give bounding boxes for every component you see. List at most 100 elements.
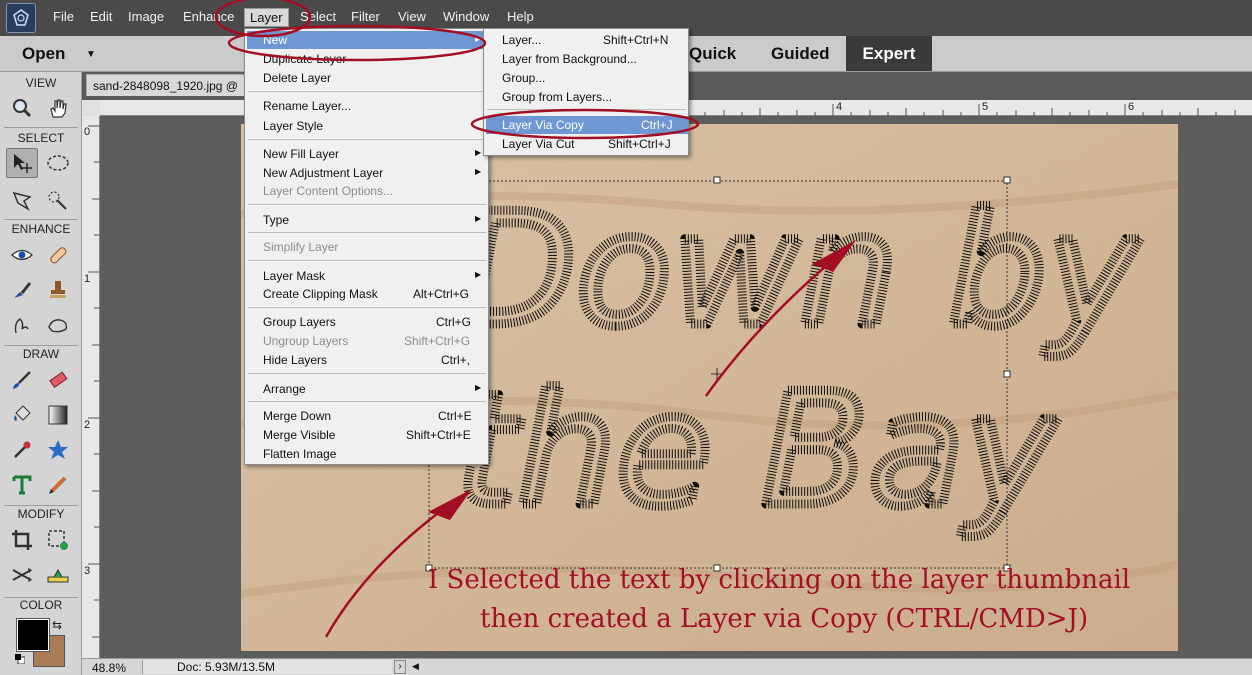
new-submenu: Layer... Shift+Ctrl+N Layer from Backgrou… xyxy=(483,28,689,156)
default-colors-icon[interactable] xyxy=(15,653,26,665)
menu-item-layer-via-cut[interactable]: Layer Via Cut Shift+Ctrl+J xyxy=(486,135,688,153)
pencil-tool-icon[interactable] xyxy=(42,470,74,500)
content-aware-move-tool-icon[interactable] xyxy=(6,560,38,590)
menu-item-layer-content-options[interactable]: Layer Content Options... xyxy=(247,182,488,200)
move-tool-icon[interactable] xyxy=(6,148,38,178)
status-menu-arrow-icon[interactable]: › xyxy=(394,660,406,674)
app-logo-icon xyxy=(6,3,36,33)
straighten-tool-icon[interactable] xyxy=(42,560,74,590)
smart-brush-tool-icon[interactable] xyxy=(6,275,38,305)
menu-separator xyxy=(248,91,486,92)
quick-selection-tool-icon[interactable] xyxy=(42,185,74,215)
menu-separator xyxy=(487,109,686,110)
menu-edit[interactable]: Edit xyxy=(90,9,112,24)
toolbox-section-select: SELECT xyxy=(17,131,65,145)
zoom-tool-icon[interactable] xyxy=(6,93,38,123)
menu-item-new-adjustment-layer[interactable]: New Adjustment Layer ▶ xyxy=(247,164,488,182)
menu-help[interactable]: Help xyxy=(507,9,534,24)
menu-item-layer-style[interactable]: Layer Style xyxy=(247,117,488,135)
marquee-tool-icon[interactable] xyxy=(42,148,74,178)
zoom-level[interactable]: 48.8% xyxy=(92,661,126,675)
foreground-color-swatch[interactable] xyxy=(16,618,50,652)
swap-colors-icon[interactable]: ⇆ xyxy=(52,618,62,632)
crop-tool-icon[interactable] xyxy=(6,525,38,555)
ruler-label: 2 xyxy=(84,419,91,431)
menu-item-duplicate-layer[interactable]: Duplicate Layer xyxy=(247,50,488,68)
menu-item-create-clipping-mask[interactable]: Create Clipping Mask Alt+Ctrl+G xyxy=(247,285,488,303)
eyedropper-tool-icon[interactable] xyxy=(6,435,38,465)
menu-item-ungroup-layers[interactable]: Ungroup Layers Shift+Ctrl+G xyxy=(247,332,488,350)
gradient-tool-icon[interactable] xyxy=(42,400,74,430)
ruler-vertical: 0 1 2 3 xyxy=(82,116,100,660)
menu-layer[interactable]: Layer xyxy=(244,8,289,27)
submenu-arrow-icon: ▶ xyxy=(475,34,482,43)
menu-image[interactable]: Image xyxy=(128,9,164,24)
menu-item-merge-visible[interactable]: Merge Visible Shift+Ctrl+E xyxy=(247,426,488,444)
paint-bucket-tool-icon[interactable] xyxy=(6,400,38,430)
ruler-label: 3 xyxy=(84,565,91,577)
ruler-vertical-ticks xyxy=(88,125,100,638)
menu-item-layer-via-copy[interactable]: Layer Via Copy Ctrl+J xyxy=(486,116,688,134)
healing-brush-tool-icon[interactable] xyxy=(42,240,74,270)
menu-separator xyxy=(248,307,486,308)
layer-menu: New ▶ Duplicate Layer Delete Layer Rename… xyxy=(244,28,489,465)
menu-separator xyxy=(248,232,486,233)
photo-text-line-2: the Bay xyxy=(456,359,1059,541)
menu-item-flatten-image[interactable]: Flatten Image xyxy=(247,445,488,463)
menu-item-hide-layers[interactable]: Hide Layers Ctrl+, xyxy=(247,351,488,369)
menu-item-merge-down[interactable]: Merge Down Ctrl+E xyxy=(247,407,488,425)
open-button[interactable]: Open xyxy=(22,44,65,64)
toolbox-divider xyxy=(4,219,78,220)
tab-quick[interactable]: Quick xyxy=(689,44,736,64)
submenu-arrow-icon: ▶ xyxy=(475,214,482,223)
menu-item-type[interactable]: Type ▶ xyxy=(247,211,488,229)
menu-item-layer-from-background[interactable]: Layer from Background... xyxy=(486,50,688,68)
menu-item-group-layers[interactable]: Group Layers Ctrl+G xyxy=(247,313,488,331)
menu-file[interactable]: File xyxy=(53,9,74,24)
recompose-tool-icon[interactable] xyxy=(42,525,74,555)
clone-stamp-tool-icon[interactable] xyxy=(42,275,74,305)
ruler-label: 6 xyxy=(1128,101,1135,113)
sponge-tool-icon[interactable] xyxy=(42,310,74,340)
menu-item-simplify-layer[interactable]: Simplify Layer xyxy=(247,238,488,256)
ruler-label: 0 xyxy=(84,126,91,138)
document-tab[interactable]: sand-2848098_1920.jpg @ xyxy=(86,74,256,96)
tab-guided[interactable]: Guided xyxy=(771,44,830,64)
tab-expert[interactable]: Expert xyxy=(846,36,932,71)
blur-tool-icon[interactable] xyxy=(6,310,38,340)
annotation-caption-line-1: I Selected the text by clicking on the l… xyxy=(428,565,1131,595)
toolbox-divider xyxy=(4,345,78,346)
brush-tool-icon[interactable] xyxy=(6,365,38,395)
red-eye-tool-icon[interactable] xyxy=(6,240,38,270)
photo-text-line-1: Down by xyxy=(456,179,1142,361)
menu-item-arrange[interactable]: Arrange ▶ xyxy=(247,380,488,398)
custom-shape-tool-icon[interactable] xyxy=(42,435,74,465)
open-dropdown-icon[interactable]: ▼ xyxy=(86,49,96,60)
menu-item-group-from-layers[interactable]: Group from Layers... xyxy=(486,88,688,106)
lasso-tool-icon[interactable] xyxy=(6,185,38,215)
toolbox: VIEW SELECT ENHANCE DRAW MODIFY COLOR ⇆ xyxy=(0,72,82,675)
hand-tool-icon[interactable] xyxy=(42,93,74,123)
ruler-corner xyxy=(82,100,100,116)
menu-separator xyxy=(248,401,486,402)
menu-item-layer-mask[interactable]: Layer Mask ▶ xyxy=(247,267,488,285)
menu-filter[interactable]: Filter xyxy=(351,9,380,24)
eraser-tool-icon[interactable] xyxy=(42,365,74,395)
menu-item-rename-layer[interactable]: Rename Layer... xyxy=(247,97,488,115)
menu-separator xyxy=(248,260,486,261)
menu-window[interactable]: Window xyxy=(443,9,489,24)
menu-item-delete-layer[interactable]: Delete Layer xyxy=(247,69,488,87)
menu-enhance[interactable]: Enhance xyxy=(183,9,234,24)
toolbox-section-view: VIEW xyxy=(25,76,57,90)
menu-item-new[interactable]: New ▶ xyxy=(247,31,488,49)
menu-item-new-layer[interactable]: Layer... Shift+Ctrl+N xyxy=(486,31,688,49)
submenu-arrow-icon: ▶ xyxy=(475,148,482,157)
menu-item-new-group[interactable]: Group... xyxy=(486,69,688,87)
submenu-arrow-icon: ▶ xyxy=(475,270,482,279)
scroll-left-arrow-icon[interactable]: ◀ xyxy=(412,661,419,672)
menu-item-new-fill-layer[interactable]: New Fill Layer ▶ xyxy=(247,145,488,163)
toolbox-section-modify: MODIFY xyxy=(17,507,65,521)
type-tool-icon[interactable] xyxy=(6,470,38,500)
menu-view[interactable]: View xyxy=(398,9,426,24)
menu-select[interactable]: Select xyxy=(300,9,336,24)
